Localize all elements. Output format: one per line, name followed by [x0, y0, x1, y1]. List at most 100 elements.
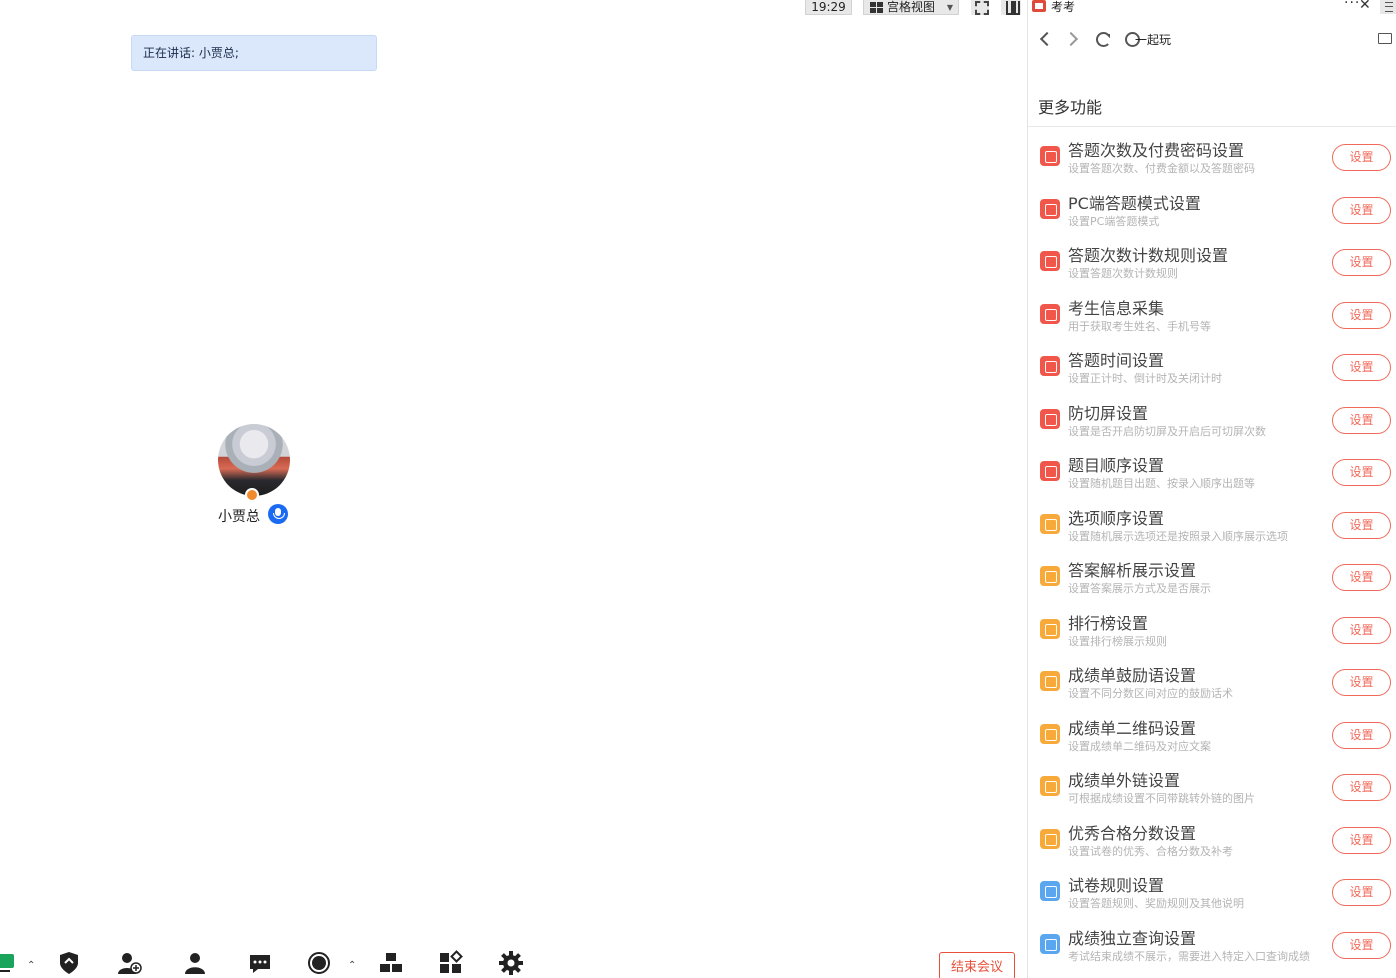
list-item: 防切屏设置 设置是否开启防切屏及开启后可切屏次数 设置	[1028, 394, 1396, 446]
setting-title: PC端答题模式设置	[1068, 193, 1201, 213]
settings-icon[interactable]	[498, 950, 524, 976]
setting-icon	[1040, 881, 1060, 901]
chevron-up-icon[interactable]: ⌃	[348, 960, 356, 971]
setting-description: 用于获取考生姓名、手机号等	[1068, 319, 1211, 333]
list-item: 考生信息采集 用于获取考生姓名、手机号等 设置	[1028, 289, 1396, 341]
setting-title: 选项顺序设置	[1068, 508, 1165, 528]
list-item: 优秀合格分数设置 设置试卷的优秀、合格分数及补考 设置	[1028, 814, 1396, 866]
list-item: 答题时间设置 设置正计时、倒计时及关闭计时 设置	[1028, 341, 1396, 393]
setting-description: 设置是否开启防切屏及开启后可切屏次数	[1068, 424, 1266, 438]
settings-button[interactable]: 设置	[1332, 249, 1391, 276]
end-meeting-button[interactable]: 结束会议	[939, 952, 1015, 978]
setting-description: 设置成绩单二维码及对应文案	[1068, 739, 1211, 753]
fullscreen-icon[interactable]	[971, 0, 989, 15]
settings-button[interactable]: 设置	[1332, 774, 1391, 801]
setting-icon	[1040, 513, 1060, 534]
record-icon[interactable]	[306, 950, 332, 976]
list-item: 试卷规则设置 设置答题规则、奖励规则及其他说明 设置	[1028, 866, 1396, 918]
screen-share-icon[interactable]	[0, 950, 20, 976]
setting-description: 设置排行榜展示规则	[1068, 634, 1167, 648]
chat-icon[interactable]	[247, 950, 273, 976]
setting-title: 成绩独立查询设置	[1068, 928, 1197, 948]
settings-button[interactable]: 设置	[1332, 301, 1391, 329]
setting-icon	[1040, 461, 1060, 481]
settings-button[interactable]: 设置	[1332, 144, 1391, 171]
participant-tile[interactable]	[211, 424, 297, 496]
settings-button[interactable]: 设置	[1332, 459, 1391, 486]
screen-share-icon[interactable]	[1378, 33, 1392, 44]
setting-icon	[1040, 566, 1060, 586]
settings-button[interactable]: 设置	[1332, 511, 1391, 539]
panel-app-name: 考考	[1051, 0, 1076, 14]
setting-description: 设置PC端答题模式	[1068, 214, 1160, 228]
setting-icon	[1040, 303, 1060, 324]
settings-button[interactable]: 设置	[1332, 879, 1391, 906]
apps-icon[interactable]	[438, 950, 464, 976]
settings-button[interactable]: 设置	[1332, 669, 1391, 696]
setting-icon	[1040, 618, 1060, 639]
setting-description: 设置随机展示选项还是按照录入顺序展示选项	[1068, 529, 1288, 543]
menu-icon[interactable]	[1380, 0, 1396, 14]
settings-button[interactable]: 设置	[1332, 196, 1391, 224]
setting-description: 设置答案展示方式及是否展示	[1068, 582, 1211, 595]
refresh-icon[interactable]	[1096, 32, 1111, 47]
settings-button[interactable]: 设置	[1332, 406, 1391, 434]
settings-button[interactable]: 设置	[1332, 564, 1391, 591]
settings-button[interactable]: 设置	[1332, 354, 1391, 381]
play-together-label[interactable]: 一起玩	[1135, 31, 1171, 48]
speaking-indicator: 正在讲话: 小贾总;	[131, 35, 377, 71]
setting-description: 设置答题次数计数规则	[1068, 267, 1178, 280]
setting-description: 设置不同分数区间对应的鼓励话术	[1068, 687, 1233, 700]
chevron-up-icon[interactable]: ⌃	[27, 960, 35, 971]
avatar	[218, 424, 290, 496]
setting-icon	[1040, 198, 1060, 219]
setting-icon	[1040, 671, 1060, 691]
setting-title: 试卷规则设置	[1068, 876, 1165, 895]
list-item: PC端答题模式设置 设置PC端答题模式 设置	[1028, 184, 1396, 236]
breakout-icon[interactable]	[378, 950, 404, 976]
setting-icon	[1040, 723, 1060, 744]
list-item: 成绩单外链设置 可根据成绩设置不同带跳转外链的图片 设置	[1028, 761, 1396, 813]
forward-icon[interactable]	[1063, 31, 1079, 47]
settings-button[interactable]: 设置	[1332, 721, 1391, 749]
grid-view-icon	[870, 1, 883, 13]
security-icon[interactable]	[56, 950, 82, 976]
chevron-down-icon: ▼	[946, 2, 953, 12]
section-title: 更多功能	[1038, 98, 1103, 117]
settings-button[interactable]: 设置	[1332, 826, 1391, 854]
side-panel-toggle-icon[interactable]	[1001, 0, 1021, 15]
setting-icon	[1040, 251, 1060, 271]
setting-description: 设置试卷的优秀、合格分数及补考	[1068, 844, 1233, 858]
setting-icon	[1040, 933, 1060, 954]
list-item: 成绩单鼓励语设置设置不同分数区间对应的鼓励话术 设置	[1028, 656, 1396, 708]
list-item: 成绩单二维码设置 设置成绩单二维码及对应文案 设置	[1028, 709, 1396, 761]
invite-icon[interactable]	[116, 950, 142, 976]
setting-description: 设置正计时、倒计时及关闭计时	[1068, 372, 1222, 385]
participant-name: 小贾总	[218, 509, 260, 525]
setting-icon	[1040, 146, 1060, 166]
back-icon[interactable]	[1039, 31, 1055, 47]
app-logo-icon	[1032, 0, 1046, 12]
list-item: 答题次数计数规则设置 设置答题次数计数规则 设置	[1028, 236, 1396, 288]
meeting-clock: 19:29	[805, 0, 852, 15]
list-item: 成绩独立查询设置 考试结束成绩不展示，需要进入特定入口查询成绩 设置	[1028, 919, 1396, 971]
panel-titlebar: 考考 ··· ✕	[1028, 0, 1396, 14]
settings-button[interactable]: 设置	[1332, 616, 1391, 644]
setting-icon	[1040, 356, 1060, 376]
panel-nav-bar: 一起玩	[1028, 30, 1396, 52]
setting-icon	[1040, 408, 1060, 429]
list-item: 答案解析展示设置设置答案展示方式及是否展示 设置	[1028, 551, 1396, 603]
more-icon[interactable]: ···	[1344, 0, 1360, 11]
list-item: 答题次数及付费密码设置 设置答题次数、付费金额以及答题密码 设置	[1028, 131, 1396, 183]
setting-title: 答题次数及付费密码设置	[1068, 141, 1245, 160]
divider	[1028, 126, 1396, 127]
view-mode-dropdown[interactable]: 宫格视图 ▼	[863, 0, 959, 15]
close-icon[interactable]: ✕	[1359, 0, 1371, 13]
participants-icon[interactable]	[182, 950, 208, 976]
setting-description: 可根据成绩设置不同带跳转外链的图片	[1068, 792, 1255, 805]
settings-button[interactable]: 设置	[1332, 931, 1391, 959]
setting-title: 成绩单鼓励语设置	[1068, 666, 1197, 685]
microphone-icon	[268, 504, 288, 524]
setting-title: 答案解析展示设置	[1068, 561, 1197, 580]
setting-icon	[1040, 776, 1060, 796]
